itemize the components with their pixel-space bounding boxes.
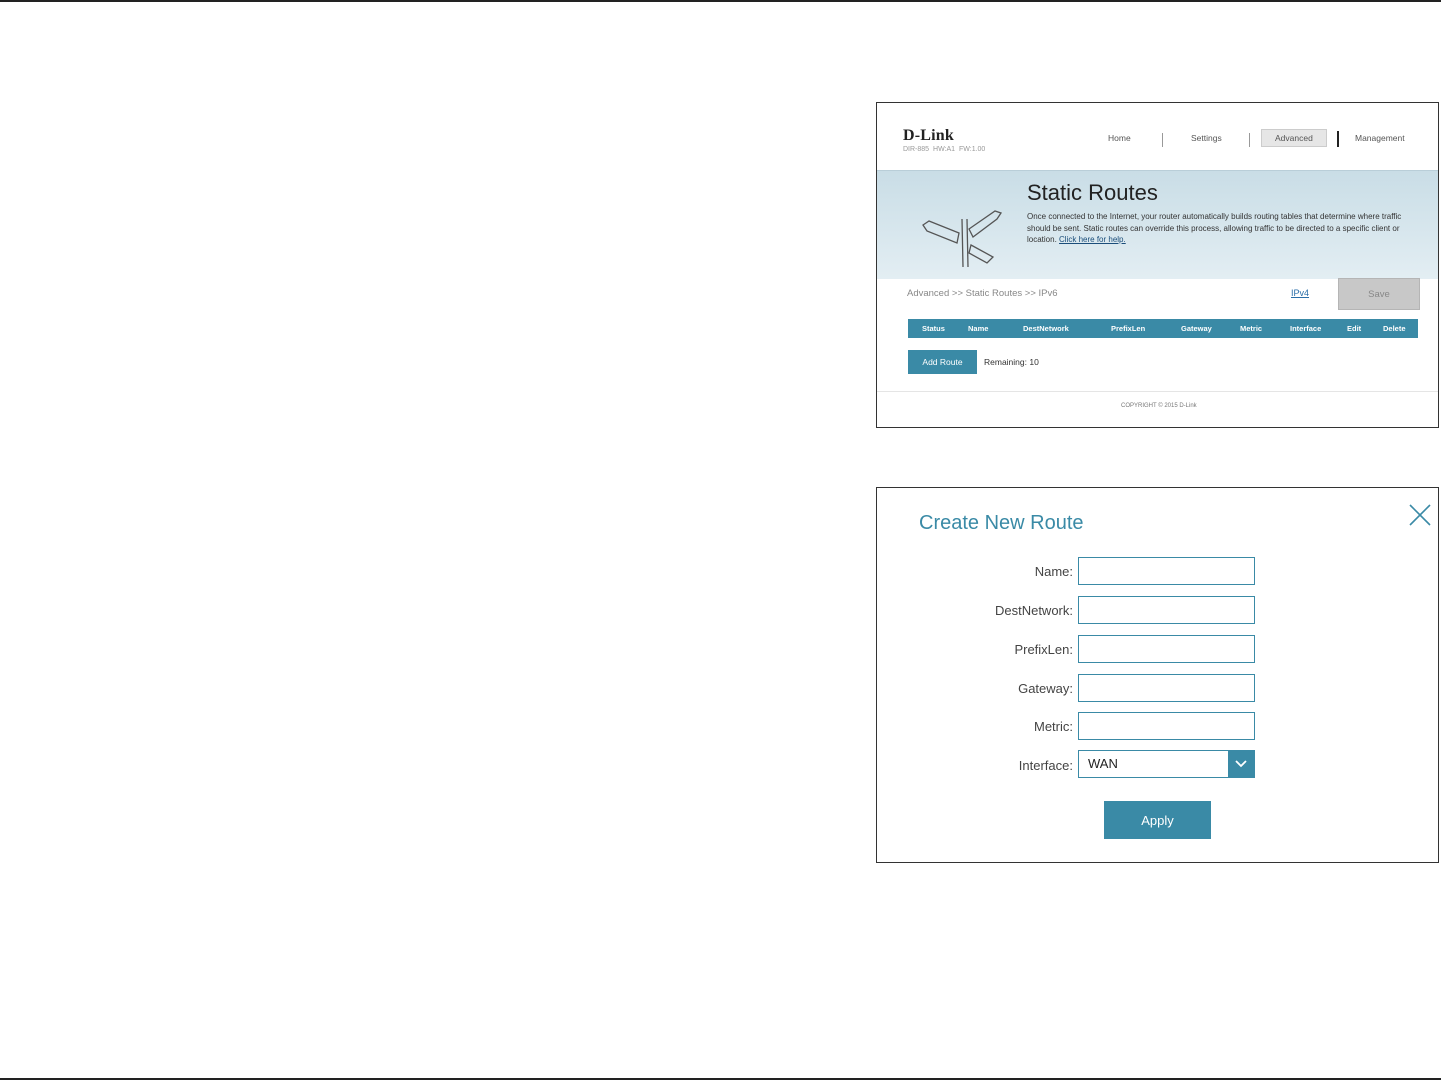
interface-label: Interface: bbox=[1018, 758, 1073, 773]
page-top-rule bbox=[0, 0, 1441, 2]
page-banner: Static Routes Once connected to the Inte… bbox=[877, 170, 1438, 279]
metric-label: Metric: bbox=[1034, 719, 1073, 734]
dialog-title: Create New Route bbox=[919, 512, 1084, 534]
nav-separator bbox=[1162, 133, 1163, 147]
page-description: Once connected to the Internet, your rou… bbox=[1027, 212, 1402, 244]
model-info: DIR-885 HW:A1 FW:1.00 bbox=[903, 146, 986, 153]
col-interface: Interface bbox=[1290, 324, 1322, 333]
nav-management[interactable]: Management bbox=[1355, 133, 1405, 143]
breadcrumb: Advanced >> Static Routes >> IPv6 bbox=[907, 288, 1058, 299]
nav-advanced[interactable]: Advanced bbox=[1261, 129, 1327, 147]
name-input[interactable] bbox=[1078, 557, 1255, 585]
col-status: Status bbox=[922, 324, 945, 333]
add-route-button[interactable]: Add Route bbox=[908, 350, 977, 374]
ipv4-link[interactable]: IPv4 bbox=[1291, 288, 1309, 298]
save-button[interactable]: Save bbox=[1338, 278, 1420, 310]
col-metric: Metric bbox=[1240, 324, 1263, 333]
remaining-count: Remaining: 10 bbox=[984, 357, 1039, 367]
signpost-icon bbox=[922, 210, 1003, 268]
close-icon[interactable] bbox=[1407, 502, 1433, 528]
static-routes-screenshot: D-Link DIR-885 HW:A1 FW:1.00 Home Settin… bbox=[876, 102, 1439, 428]
destnetwork-input[interactable] bbox=[1078, 596, 1255, 624]
gateway-label: Gateway: bbox=[1018, 681, 1073, 696]
nav-separator bbox=[1337, 131, 1339, 147]
help-link[interactable]: Click here for help. bbox=[1059, 235, 1126, 244]
interface-select[interactable]: WAN bbox=[1078, 750, 1255, 778]
dropdown-button[interactable] bbox=[1228, 751, 1254, 777]
prefixlen-input[interactable] bbox=[1078, 635, 1255, 663]
footer-divider bbox=[877, 391, 1438, 392]
page-bottom-rule bbox=[0, 1078, 1441, 1080]
col-destnetwork: DestNetwork bbox=[1023, 324, 1069, 333]
chevron-down-icon bbox=[1235, 760, 1247, 768]
destnetwork-label: DestNetwork: bbox=[994, 603, 1073, 618]
apply-button[interactable]: Apply bbox=[1104, 801, 1211, 839]
col-edit: Edit bbox=[1347, 324, 1362, 333]
create-route-dialog: Create New Route Name: DestNetwork: Pref… bbox=[876, 487, 1439, 863]
routes-table-header: Status Name DestNetwork PrefixLen Gatewa… bbox=[908, 319, 1418, 338]
page-title: Static Routes bbox=[1027, 180, 1158, 205]
nav-home[interactable]: Home bbox=[1108, 133, 1131, 143]
gateway-input[interactable] bbox=[1078, 674, 1255, 702]
copyright: COPYRIGHT © 2015 D-Link bbox=[1121, 403, 1197, 409]
col-name: Name bbox=[968, 324, 989, 333]
name-label: Name: bbox=[1034, 564, 1073, 579]
col-prefixlen: PrefixLen bbox=[1111, 324, 1146, 333]
interface-selected-value: WAN bbox=[1088, 756, 1118, 771]
metric-input[interactable] bbox=[1078, 712, 1255, 740]
nav-separator bbox=[1249, 133, 1250, 147]
col-gateway: Gateway bbox=[1181, 324, 1212, 333]
nav-settings[interactable]: Settings bbox=[1191, 133, 1222, 143]
dlink-logo: D-Link bbox=[903, 127, 954, 144]
col-delete: Delete bbox=[1383, 324, 1406, 333]
prefixlen-label: PrefixLen: bbox=[1014, 642, 1073, 657]
